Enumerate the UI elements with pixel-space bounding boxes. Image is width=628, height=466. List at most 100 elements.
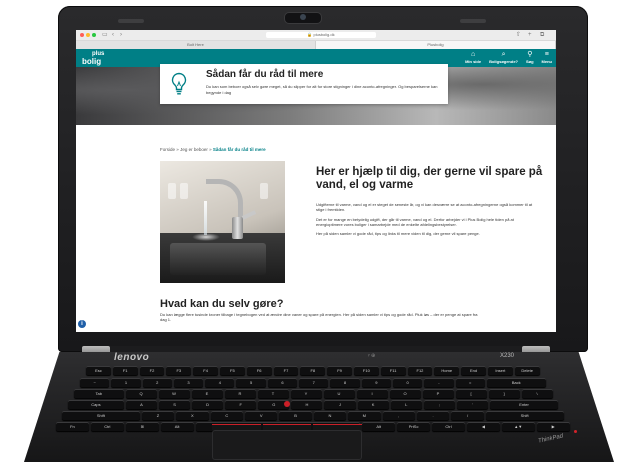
keyboard-key[interactable]: 9 (361, 378, 391, 387)
share-icon[interactable]: ⇧ (516, 31, 521, 39)
keyboard-key[interactable]: O (389, 389, 421, 398)
keyboard-key[interactable]: 1 (111, 378, 141, 387)
tabs-overview-icon[interactable]: ⧉ (540, 31, 544, 39)
keyboard-key[interactable]: F10 (353, 366, 379, 375)
back-icon[interactable]: ‹ (112, 31, 114, 39)
keyboard-key[interactable]: F2 (139, 366, 165, 375)
browser-tab[interactable]: Bolt Here (76, 41, 316, 49)
nav-boligsogende[interactable]: ⌕ Boligsøgende? (489, 50, 518, 64)
keyboard-key[interactable]: - (424, 378, 454, 387)
keyboard-key[interactable]: F6 (246, 366, 272, 375)
keyboard-key[interactable]: C (210, 411, 243, 420)
keyboard-key[interactable]: H (291, 400, 323, 409)
keyboard-key[interactable]: Q (125, 389, 157, 398)
keyboard-key[interactable]: P (422, 389, 454, 398)
sidebar-icon[interactable]: ▭ (102, 31, 108, 39)
maximize-window-button[interactable] (92, 33, 96, 37)
breadcrumb-link[interactable]: Jeg er beboer (180, 147, 208, 152)
address-bar[interactable]: 🔒 plusbolig.dk (266, 32, 376, 38)
keyboard-key[interactable]: E (191, 389, 223, 398)
keyboard-key[interactable]: Alt (362, 422, 396, 431)
keyboard-key[interactable]: K (357, 400, 389, 409)
keyboard-key[interactable]: I (356, 389, 388, 398)
keyboard-key[interactable]: R (224, 389, 256, 398)
keyboard-key[interactable]: 8 (330, 378, 360, 387)
keyboard-key[interactable]: Esc (86, 366, 111, 375)
keyboard-key[interactable]: J (324, 400, 356, 409)
keyboard-key[interactable]: 2 (142, 378, 172, 387)
nav-min-side[interactable]: ⌂ Min side (465, 50, 481, 64)
keyboard-key[interactable]: F9 (327, 366, 352, 375)
keyboard-key[interactable]: ▶ (536, 422, 570, 431)
keyboard-key[interactable]: F12 (407, 366, 433, 375)
keyboard-key[interactable]: , (382, 411, 415, 420)
keyboard-key[interactable]: U (323, 389, 355, 398)
keyboard-key[interactable]: N (313, 411, 347, 420)
keyboard-key[interactable]: = (455, 378, 485, 387)
keyboard-key[interactable]: F7 (273, 366, 299, 375)
keyboard-key[interactable]: Ctrl (90, 422, 124, 431)
keyboard-key[interactable]: ▲▼ (501, 422, 535, 431)
browser-tab-active[interactable]: Plusbolig (316, 41, 556, 49)
close-window-button[interactable] (80, 33, 84, 37)
accessibility-help-button[interactable]: i (78, 320, 86, 328)
keyboard-key[interactable]: S (158, 400, 191, 409)
keyboard-key[interactable]: Fn (56, 422, 89, 431)
keyboard-key[interactable]: Home (434, 366, 460, 375)
keyboard-key[interactable]: PrtSc (397, 422, 431, 431)
keyboard-key[interactable]: V (244, 411, 278, 420)
keyboard-key[interactable]: ⊞ (125, 422, 159, 431)
keyboard-key[interactable]: ~ (80, 378, 110, 387)
keyboard-key[interactable]: Caps (68, 400, 124, 409)
keyboard-key[interactable]: F8 (300, 366, 326, 375)
keyboard-key[interactable]: ] (488, 389, 520, 398)
keyboard-key[interactable]: F5 (219, 366, 245, 375)
keyboard-key[interactable]: / (451, 411, 484, 420)
keyboard-key[interactable]: F (225, 400, 257, 409)
new-tab-icon[interactable]: + (528, 31, 532, 39)
keyboard-key[interactable]: Ctrl (432, 422, 465, 431)
keyboard-key[interactable]: [ (455, 389, 487, 398)
plusbolig-logo[interactable]: plus bolig (82, 51, 104, 66)
forward-icon[interactable]: › (120, 31, 122, 39)
keyboard-key[interactable]: ; (423, 400, 455, 409)
keyboard-key[interactable]: End (461, 366, 486, 375)
keyboard-key[interactable]: Shift (62, 411, 140, 420)
keyboard-key[interactable]: W (158, 389, 190, 398)
keyboard-key[interactable]: B (279, 411, 312, 420)
keyboard-key[interactable]: M (348, 411, 381, 420)
keyboard-key[interactable]: F11 (380, 366, 406, 375)
nav-sog[interactable]: ⚲ Søg (526, 50, 534, 64)
keyboard-key[interactable]: Back (486, 378, 546, 387)
keyboard-key[interactable]: ' (456, 400, 488, 409)
keyboard-key[interactable]: Y (290, 389, 322, 398)
keyboard-key[interactable]: F4 (193, 366, 218, 375)
breadcrumb-link[interactable]: Forside (160, 147, 175, 152)
keyboard-key[interactable]: Alt (160, 422, 194, 431)
nav-menu[interactable]: ≡ Menu (542, 50, 552, 64)
keyboard-key[interactable]: L (390, 400, 422, 409)
keyboard-key[interactable]: ◀ (466, 422, 500, 431)
keyboard-key[interactable]: X (176, 411, 209, 420)
keyboard-key[interactable]: F3 (166, 366, 192, 375)
keyboard-key[interactable]: F1 (112, 366, 138, 375)
keyboard-key[interactable]: Insert (487, 366, 513, 375)
keyboard-key[interactable]: T (257, 389, 289, 398)
keyboard-key[interactable]: 0 (392, 378, 423, 387)
keyboard-key[interactable]: Enter (489, 400, 559, 409)
keyboard-key[interactable]: . (416, 411, 450, 420)
keyboard-key[interactable]: 6 (267, 378, 298, 387)
minimize-window-button[interactable] (86, 33, 90, 37)
keyboard-key[interactable]: Tab (74, 389, 124, 398)
keyboard-key[interactable]: Delete (514, 366, 540, 375)
keyboard-key[interactable]: A (125, 400, 157, 409)
keyboard-key[interactable]: 3 (173, 378, 204, 387)
keyboard-key[interactable]: D (192, 400, 224, 409)
trackpoint[interactable] (284, 401, 290, 407)
keyboard-key[interactable]: Shift (485, 411, 564, 420)
keyboard-key[interactable]: 4 (205, 378, 235, 387)
keyboard-key[interactable]: \ (521, 389, 553, 398)
keyboard-key[interactable]: Z (141, 411, 175, 420)
keyboard-key[interactable]: 7 (299, 378, 329, 387)
keyboard-key[interactable]: 5 (236, 378, 266, 387)
